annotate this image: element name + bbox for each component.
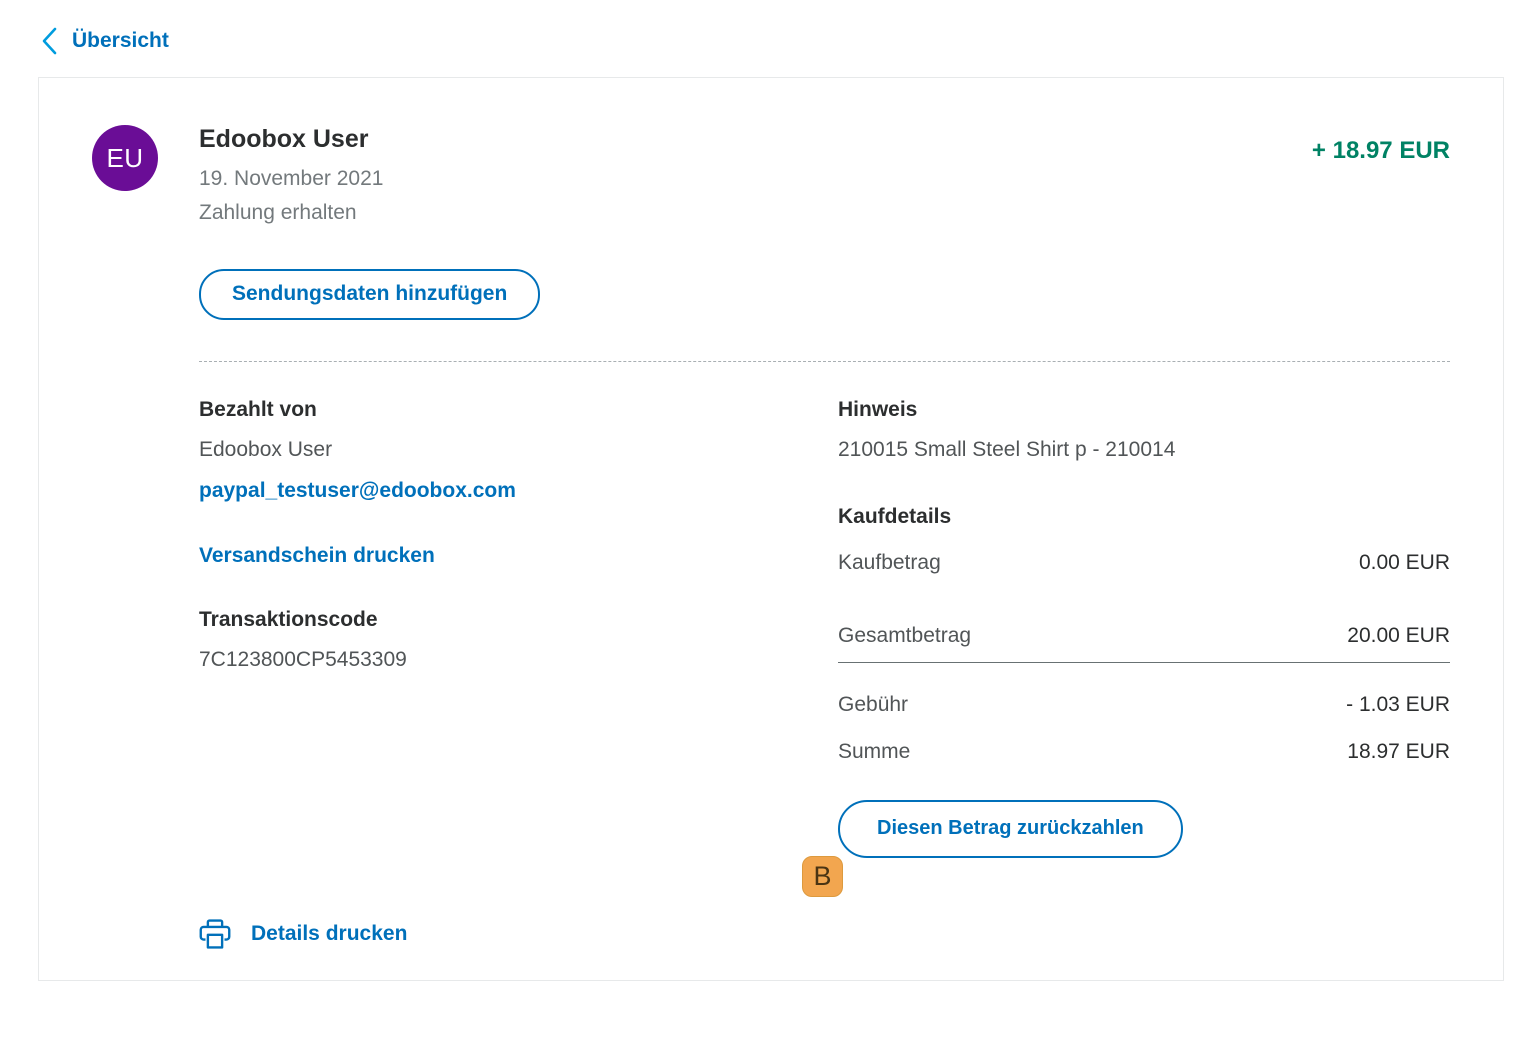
purchase-row-value: - 1.03 EUR [1346, 693, 1450, 717]
back-link-uebersicht[interactable]: Übersicht [40, 25, 169, 57]
purchase-row: Gebühr - 1.03 EUR [838, 693, 1450, 717]
transaction-amount: + 18.97 EUR [1312, 137, 1450, 165]
payer-email-link[interactable]: paypal_testuser@edoobox.com [199, 479, 516, 503]
printer-icon [196, 915, 234, 953]
purchase-row-value: 20.00 EUR [1347, 624, 1450, 648]
purchase-row: Summe 18.97 EUR [838, 740, 1450, 764]
transaction-status: Zahlung erhalten [199, 201, 383, 225]
purchase-row-label: Summe [838, 740, 910, 764]
transaction-date: 19. November 2021 [199, 167, 383, 191]
transaction-header: EU Edoobox User 19. November 2021 Zahlun… [92, 125, 1450, 225]
back-link-label: Übersicht [72, 29, 169, 53]
paid-by-name: Edoobox User [199, 438, 838, 462]
paid-by-label: Bezahlt von [199, 398, 838, 422]
purchase-row-label: Gesamtbetrag [838, 624, 971, 648]
print-details-label: Details drucken [251, 922, 407, 946]
transaction-code-value: 7C123800CP5453309 [199, 648, 838, 672]
subtotal-divider [838, 662, 1450, 663]
purchase-row-value: 0.00 EUR [1359, 551, 1450, 575]
purchase-row-value: 18.97 EUR [1347, 740, 1450, 764]
purchase-details-label: Kaufdetails [838, 505, 1450, 529]
note-text: 210015 Small Steel Shirt p - 210014 [838, 438, 1450, 462]
purchase-details-section: Hinweis 210015 Small Steel Shirt p - 210… [838, 398, 1450, 858]
transaction-details-card: EU Edoobox User 19. November 2021 Zahlun… [38, 77, 1504, 981]
paid-by-section: Bezahlt von Edoobox User paypal_testuser… [199, 398, 838, 672]
purchase-row: Kaufbetrag 0.00 EUR [838, 551, 1450, 575]
header-info: Edoobox User 19. November 2021 Zahlung e… [199, 125, 383, 225]
refund-button-wrapper: Diesen Betrag zurückzahlen B [838, 800, 1183, 858]
purchase-row: Gesamtbetrag 20.00 EUR [838, 624, 1450, 648]
annotation-marker-B: B [802, 856, 843, 897]
dotted-divider [199, 361, 1450, 362]
details-columns: Bezahlt von Edoobox User paypal_testuser… [199, 398, 1450, 858]
purchase-row-label: Kaufbetrag [838, 551, 941, 575]
counterparty-name: Edoobox User [199, 125, 383, 154]
chevron-left-icon [40, 25, 60, 57]
avatar: EU [92, 125, 158, 191]
refund-amount-button[interactable]: Diesen Betrag zurückzahlen [838, 800, 1183, 858]
add-shipping-data-button[interactable]: Sendungsdaten hinzufügen [199, 269, 540, 320]
print-details-link[interactable]: Details drucken [196, 915, 407, 953]
purchase-row-label: Gebühr [838, 693, 908, 717]
print-shipping-label-link[interactable]: Versandschein drucken [199, 544, 435, 568]
transaction-code-label: Transaktionscode [199, 608, 838, 632]
note-label: Hinweis [838, 398, 1450, 422]
